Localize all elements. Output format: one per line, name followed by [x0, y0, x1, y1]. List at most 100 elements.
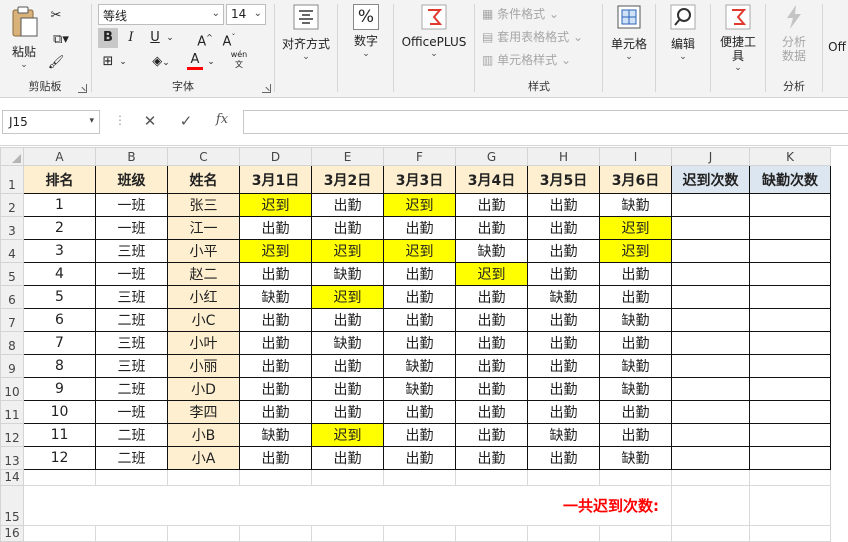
phonetic-guide-icon[interactable]: wén 文	[226, 50, 252, 70]
column-header-j[interactable]: J	[671, 147, 750, 166]
header-cell[interactable]: 班级	[95, 165, 168, 194]
alignment-button[interactable]: 对齐方式 ⌄	[278, 4, 334, 62]
row-header-4[interactable]: 4	[0, 239, 24, 263]
row-header-8[interactable]: 8	[0, 331, 24, 355]
data-cell[interactable]: 出勤	[527, 446, 600, 470]
data-cell[interactable]: 出勤	[239, 308, 312, 332]
empty-cell[interactable]	[23, 525, 96, 542]
empty-cell[interactable]	[599, 469, 672, 486]
data-cell[interactable]: 迟到	[311, 423, 384, 447]
summary-label[interactable]: 一共迟到次数:	[23, 485, 672, 526]
column-header-h[interactable]: H	[527, 147, 600, 166]
empty-cell[interactable]	[239, 469, 312, 486]
data-cell[interactable]: 缺勤	[383, 354, 456, 378]
header-cell[interactable]: 3月6日	[599, 165, 672, 194]
data-cell[interactable]: 出勤	[383, 423, 456, 447]
empty-cell[interactable]	[311, 469, 384, 486]
enter-icon[interactable]: ✓	[176, 112, 196, 130]
row-header-12[interactable]: 12	[0, 423, 24, 447]
data-cell[interactable]: 出勤	[239, 331, 312, 355]
data-cell[interactable]: 缺勤	[383, 377, 456, 401]
data-cell[interactable]	[749, 262, 831, 286]
data-cell[interactable]: 出勤	[527, 193, 600, 217]
format-as-table-button[interactable]: ▤ 套用表格格式 ⌄	[482, 27, 600, 47]
data-cell[interactable]: 一班	[95, 400, 168, 424]
data-cell[interactable]: 出勤	[239, 262, 312, 286]
clipboard-launcher-icon[interactable]	[78, 84, 87, 93]
data-cell[interactable]: 小A	[167, 446, 240, 470]
data-cell[interactable]	[749, 239, 831, 263]
data-cell[interactable]: 出勤	[599, 423, 672, 447]
data-cell[interactable]	[671, 331, 750, 355]
cut-icon[interactable]: ✂	[46, 6, 66, 26]
editing-button[interactable]: 编辑 ⌄	[660, 4, 706, 62]
data-cell[interactable]: 1	[23, 193, 96, 217]
data-cell[interactable]: 二班	[95, 446, 168, 470]
data-cell[interactable]: 5	[23, 285, 96, 309]
row-header-6[interactable]: 6	[0, 285, 24, 309]
border-icon[interactable]: ⊞	[98, 52, 118, 72]
data-cell[interactable]: 出勤	[311, 193, 384, 217]
data-cell[interactable]: 缺勤	[599, 377, 672, 401]
data-cell[interactable]: 出勤	[599, 285, 672, 309]
column-header-e[interactable]: E	[311, 147, 384, 166]
empty-cell[interactable]	[455, 525, 528, 542]
header-cell[interactable]: 姓名	[167, 165, 240, 194]
data-cell[interactable]: 三班	[95, 239, 168, 263]
row-header-5[interactable]: 5	[0, 262, 24, 286]
data-cell[interactable]	[671, 354, 750, 378]
empty-cell[interactable]	[599, 525, 672, 542]
data-cell[interactable]: 出勤	[527, 354, 600, 378]
data-cell[interactable]: 8	[23, 354, 96, 378]
data-cell[interactable]: 出勤	[383, 400, 456, 424]
data-cell[interactable]: 出勤	[455, 331, 528, 355]
empty-cell[interactable]	[95, 525, 168, 542]
empty-cell[interactable]	[671, 469, 750, 486]
data-cell[interactable]	[671, 216, 750, 240]
data-cell[interactable]: 出勤	[311, 400, 384, 424]
row-header-13[interactable]: 13	[0, 446, 24, 470]
chevron-down-icon[interactable]: ⌄	[206, 52, 216, 72]
data-cell[interactable]: 缺勤	[599, 354, 672, 378]
data-cell[interactable]: 出勤	[383, 285, 456, 309]
data-cell[interactable]: 出勤	[311, 377, 384, 401]
analyze-data-button[interactable]: 分析 数据	[772, 4, 816, 63]
data-cell[interactable]: 迟到	[599, 216, 672, 240]
empty-cell[interactable]	[671, 525, 750, 542]
data-cell[interactable]: 出勤	[455, 308, 528, 332]
data-cell[interactable]	[671, 423, 750, 447]
header-cell[interactable]: 迟到次数	[671, 165, 750, 194]
formula-input[interactable]	[243, 110, 848, 134]
row-header-16[interactable]: 16	[0, 525, 24, 542]
font-name-select[interactable]: 等线 ⌄	[98, 4, 224, 25]
name-box[interactable]: J15 ▾	[2, 110, 100, 134]
empty-cell[interactable]	[383, 525, 456, 542]
data-cell[interactable]: 出勤	[383, 262, 456, 286]
data-cell[interactable]: 缺勤	[455, 239, 528, 263]
data-cell[interactable]	[749, 377, 831, 401]
data-cell[interactable]: 二班	[95, 377, 168, 401]
conditional-format-button[interactable]: ▦ 条件格式 ⌄	[482, 4, 592, 24]
header-cell[interactable]: 排名	[23, 165, 96, 194]
office-partial-button[interactable]: Off	[826, 38, 848, 54]
data-cell[interactable]: 小C	[167, 308, 240, 332]
data-cell[interactable]	[671, 308, 750, 332]
data-cell[interactable]: 出勤	[383, 446, 456, 470]
empty-cell[interactable]	[749, 485, 831, 526]
data-cell[interactable]: 小红	[167, 285, 240, 309]
empty-cell[interactable]	[455, 469, 528, 486]
data-cell[interactable]: 一班	[95, 262, 168, 286]
column-header-a[interactable]: A	[23, 147, 96, 166]
data-cell[interactable]: 三班	[95, 331, 168, 355]
data-cell[interactable]	[749, 285, 831, 309]
cancel-icon[interactable]: ✕	[140, 112, 160, 130]
data-cell[interactable]: 出勤	[239, 446, 312, 470]
data-cell[interactable]: 一班	[95, 216, 168, 240]
column-header-b[interactable]: B	[95, 147, 168, 166]
shrink-font-button[interactable]: Aˇ	[218, 28, 240, 49]
empty-cell[interactable]	[383, 469, 456, 486]
data-cell[interactable]: 出勤	[239, 354, 312, 378]
format-painter-icon[interactable]: 🖌	[46, 53, 66, 73]
data-cell[interactable]: 出勤	[527, 400, 600, 424]
data-cell[interactable]	[671, 446, 750, 470]
